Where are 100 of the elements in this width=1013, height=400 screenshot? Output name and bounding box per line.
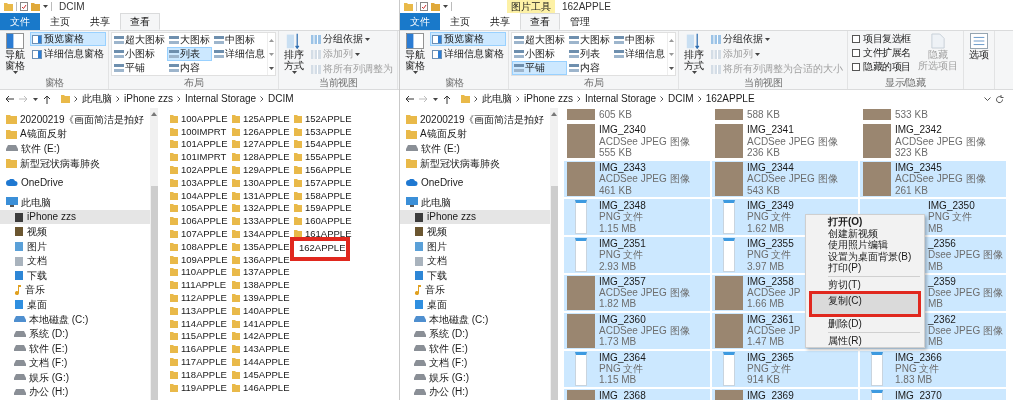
nav-item[interactable]: 图片 bbox=[400, 238, 550, 254]
folder-item[interactable]: 117APPLE bbox=[170, 355, 228, 368]
folder-item[interactable]: 140APPLE bbox=[232, 303, 290, 317]
view-option[interactable]: 超大图标 bbox=[112, 33, 167, 47]
folder-item[interactable]: 144APPLE bbox=[232, 355, 290, 368]
folder-item[interactable]: 116APPLE bbox=[170, 342, 228, 356]
folder-item[interactable]: 101IMPRT bbox=[170, 150, 228, 164]
nav-item[interactable]: 娱乐 (G:) bbox=[400, 370, 550, 385]
folder-item[interactable]: 100IMPRT bbox=[170, 124, 228, 138]
folder-item[interactable]: 155APPLE bbox=[294, 150, 352, 164]
pane-toggle[interactable]: 预览窗格 bbox=[30, 32, 106, 46]
breadcrumb[interactable]: 162APPLE bbox=[705, 93, 755, 105]
sort-button[interactable]: 排序方式 bbox=[681, 32, 707, 75]
folder-item[interactable]: 154APPLE bbox=[294, 137, 352, 151]
pane-toggle[interactable]: 详细信息窗格 bbox=[30, 47, 106, 61]
nav-item[interactable]: 娱乐 (G:) bbox=[0, 370, 150, 385]
folder-item[interactable]: 136APPLE bbox=[232, 252, 290, 266]
folder-item[interactable]: 112APPLE bbox=[170, 291, 228, 304]
folder-item[interactable]: 146APPLE bbox=[232, 380, 290, 394]
file-menu-tab[interactable]: 文件 bbox=[400, 13, 440, 30]
folder-item[interactable]: 100APPLE bbox=[170, 112, 228, 125]
nav-item[interactable]: 文档 (F:) bbox=[0, 355, 150, 371]
nav-item[interactable]: 20200219《画面简洁是拍好 bbox=[400, 112, 550, 127]
ribbon-tab[interactable]: 管理 bbox=[560, 13, 600, 30]
checkbox[interactable]: 文件扩展名 bbox=[850, 46, 913, 59]
nav-item[interactable]: 新型冠状病毒肺炎 bbox=[0, 155, 150, 171]
nav-item[interactable]: 视频 bbox=[0, 224, 150, 239]
file-tile[interactable]: IMG_2369 bbox=[712, 388, 858, 400]
nav-item[interactable]: 下载 bbox=[400, 267, 550, 283]
folder-item[interactable]: 135APPLE bbox=[232, 239, 290, 253]
pane-toggle[interactable]: 预览窗格 bbox=[430, 32, 506, 46]
breadcrumb[interactable]: 此电脑 bbox=[482, 93, 512, 105]
folder-item[interactable]: 101APPLE bbox=[170, 137, 228, 151]
options-button[interactable]: 选项 bbox=[965, 32, 992, 61]
nav-item[interactable]: 20200219《画面简洁是拍好 bbox=[0, 112, 150, 127]
folder-item[interactable]: 137APPLE bbox=[232, 265, 290, 279]
folder-item[interactable]: 141APPLE bbox=[232, 316, 290, 330]
view-option[interactable]: 列表 bbox=[567, 47, 612, 61]
folder-item[interactable]: 115APPLE bbox=[170, 329, 228, 343]
nav-item[interactable]: 办公 (H:) bbox=[0, 384, 150, 400]
nav-item[interactable]: 办公 (H:) bbox=[400, 384, 550, 400]
view-option[interactable]: 大图标 bbox=[167, 33, 212, 47]
file-tile[interactable]: IMG_2365 PNG 文件 914 KB bbox=[712, 350, 858, 387]
folder-item[interactable]: 153APPLE bbox=[294, 124, 352, 138]
file-tile[interactable]: IMG_2351 PNG 文件 2.93 MB bbox=[564, 236, 710, 273]
folder-item[interactable]: 109APPLE bbox=[170, 252, 228, 266]
folder-item[interactable]: 143APPLE bbox=[232, 342, 290, 356]
view-option[interactable]: 平铺 bbox=[512, 61, 567, 75]
ribbon-tab[interactable]: 主页 bbox=[40, 13, 80, 30]
nav-item[interactable]: 软件 (E:) bbox=[400, 141, 550, 156]
nav-item[interactable]: OneDrive bbox=[400, 175, 550, 190]
folder-item[interactable]: 158APPLE bbox=[294, 188, 352, 202]
file-tile[interactable]: IMG_2342 ACDSee JPEG 图像 323 KB bbox=[860, 123, 1006, 160]
folder-item[interactable]: 157APPLE bbox=[294, 176, 352, 189]
checkbox[interactable]: 项目复选框 bbox=[850, 32, 913, 45]
nav-item[interactable]: 音乐 bbox=[0, 282, 150, 298]
view-option[interactable]: 内容 bbox=[167, 61, 212, 75]
file-tile[interactable]: IMG_2344 ACDSee JPEG 图像 543 KB bbox=[712, 161, 858, 198]
file-tile[interactable]: IMG_2368 bbox=[564, 388, 710, 400]
folder-item[interactable]: 106APPLE bbox=[170, 214, 228, 228]
file-tile[interactable]: IMG_2343 ACDSee JPEG 图像 461 KB bbox=[564, 161, 710, 198]
nav-item[interactable]: 视频 bbox=[400, 224, 550, 239]
view-option[interactable]: 详细信息 bbox=[612, 47, 667, 61]
folder-item[interactable]: 107APPLE bbox=[170, 227, 228, 240]
nav-item[interactable]: A镜面反射 bbox=[400, 126, 550, 142]
folder-item[interactable]: 108APPLE bbox=[170, 239, 228, 253]
file-tile[interactable]: IMG_2357 ACDSee JPEG 图像 1.82 MB bbox=[564, 274, 710, 311]
folder-item[interactable]: 152APPLE bbox=[294, 112, 352, 125]
view-command[interactable]: 分组依据 bbox=[309, 32, 395, 46]
view-option[interactable]: 小图标 bbox=[112, 47, 167, 61]
breadcrumb[interactable]: Internal Storage bbox=[184, 93, 257, 105]
breadcrumb[interactable]: Internal Storage bbox=[584, 93, 657, 105]
folder-item[interactable]: 102APPLE bbox=[170, 163, 228, 176]
folder-item[interactable]: 125APPLE bbox=[232, 112, 290, 125]
folder-item[interactable]: 111APPLE bbox=[170, 278, 228, 292]
view-option[interactable]: 大图标 bbox=[567, 33, 612, 47]
folder-item[interactable]: 105APPLE bbox=[170, 201, 228, 215]
nav-item[interactable]: OneDrive bbox=[0, 175, 150, 190]
file-tile[interactable]: IMG_2348 PNG 文件 1.15 MB bbox=[564, 199, 710, 235]
nav-item[interactable]: 软件 (E:) bbox=[400, 340, 550, 356]
pane-toggle[interactable]: 详细信息窗格 bbox=[430, 47, 506, 61]
view-option[interactable]: 中图标 bbox=[612, 33, 667, 47]
folder-item[interactable]: 133APPLE bbox=[232, 214, 290, 228]
checkbox[interactable]: 隐藏的项目 bbox=[850, 60, 913, 73]
view-command[interactable]: 分组依据 bbox=[709, 32, 845, 46]
ribbon-tab[interactable]: 主页 bbox=[440, 13, 480, 30]
breadcrumb[interactable]: iPhone zzs bbox=[524, 93, 573, 105]
folder-item[interactable]: 110APPLE bbox=[170, 265, 228, 279]
folder-item[interactable]: 128APPLE bbox=[232, 150, 290, 164]
folder-item[interactable]: 127APPLE bbox=[232, 137, 290, 151]
folder-item[interactable]: 113APPLE bbox=[170, 303, 228, 317]
breadcrumb[interactable]: iPhone zzs bbox=[124, 93, 173, 105]
folder-item[interactable]: 160APPLE bbox=[294, 214, 352, 228]
folder-item[interactable]: 132APPLE bbox=[232, 201, 290, 215]
folder-item[interactable]: 138APPLE bbox=[232, 278, 290, 292]
address-bar[interactable]: 此电脑 iPhone zzs Internal Storage DCIM bbox=[56, 91, 395, 107]
nav-item[interactable]: 音乐 bbox=[400, 282, 550, 298]
folder-item[interactable]: 159APPLE bbox=[294, 201, 352, 215]
folder-item[interactable]: 126APPLE bbox=[232, 124, 290, 138]
nav-item[interactable]: 软件 (E:) bbox=[0, 141, 150, 156]
